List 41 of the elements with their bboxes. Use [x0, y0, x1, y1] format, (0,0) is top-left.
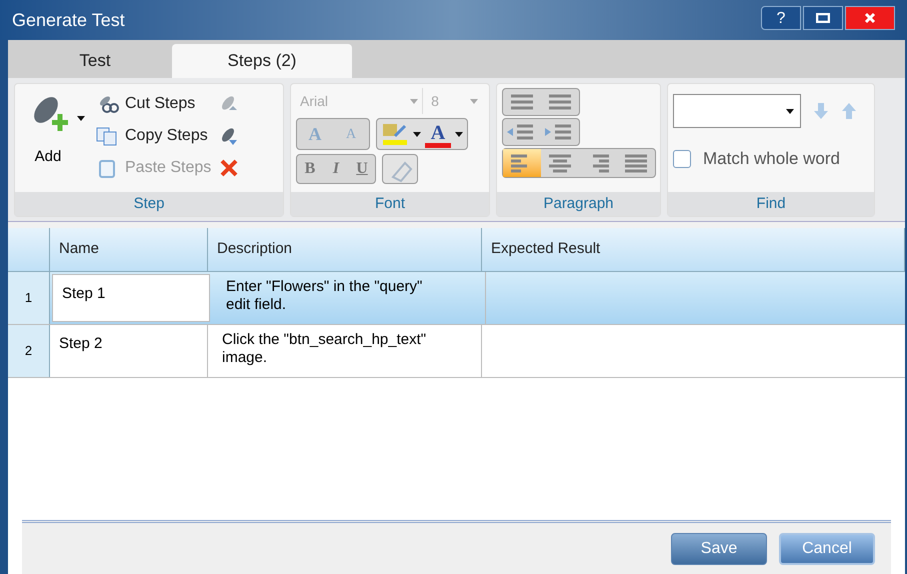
- row-number: 1: [8, 272, 50, 324]
- maximize-icon: [816, 13, 830, 23]
- caret-icon[interactable]: [786, 108, 794, 114]
- find-field[interactable]: [673, 94, 801, 128]
- table-cell: Click the "btn_search_hp_text" image.: [208, 325, 482, 377]
- caret-icon[interactable]: [455, 132, 463, 136]
- clear-format-icon[interactable]: [382, 154, 418, 184]
- table-cell: Enter "Flowers" in the "query" edit field.: [212, 272, 486, 324]
- save-button[interactable]: Save: [671, 532, 767, 564]
- maximize-button[interactable]: [803, 6, 843, 30]
- caret-icon[interactable]: [413, 132, 421, 136]
- arrow-down-icon[interactable]: [813, 102, 829, 120]
- table-cell[interactable]: Step 2: [50, 325, 208, 377]
- column-header: Expected Result: [482, 228, 905, 271]
- step-down-icon[interactable]: [219, 126, 240, 146]
- arrow-up-icon[interactable]: [841, 102, 857, 120]
- window-title: Generate Test: [12, 8, 125, 32]
- group-label: Paragraph: [497, 192, 660, 216]
- copy-icon: [95, 126, 119, 146]
- group-label: Find: [668, 192, 874, 216]
- caret-icon[interactable]: [77, 116, 85, 121]
- checkbox-label: Match whole word: [703, 148, 840, 170]
- column-header: Name: [50, 228, 208, 271]
- close-icon: [864, 12, 876, 24]
- group-label: Step: [15, 192, 283, 216]
- tab[interactable]: Test: [20, 44, 170, 78]
- close-button[interactable]: [845, 6, 895, 30]
- help-button[interactable]: ?: [761, 6, 801, 30]
- checkbox[interactable]: [673, 150, 691, 168]
- delete-icon[interactable]: [219, 158, 240, 178]
- group-label: Font: [291, 192, 489, 216]
- toolbar-button[interactable]: Cut Steps: [95, 92, 212, 116]
- table-row[interactable]: 1 Step 1 Enter "Flowers" in the "query" edit field.: [8, 272, 905, 325]
- tab[interactable]: Steps (2): [172, 44, 352, 78]
- row-number: 2: [8, 325, 50, 377]
- table-row[interactable]: 2 Step 2 Click the "btn_search_hp_text" image.: [8, 325, 905, 378]
- table-cell[interactable]: Step 1: [52, 274, 210, 322]
- add-button[interactable]: Add: [23, 92, 73, 168]
- column-header: Description: [208, 228, 482, 271]
- toolbar-button[interactable]: Copy Steps: [95, 124, 212, 148]
- align-left-icon[interactable]: [503, 149, 541, 177]
